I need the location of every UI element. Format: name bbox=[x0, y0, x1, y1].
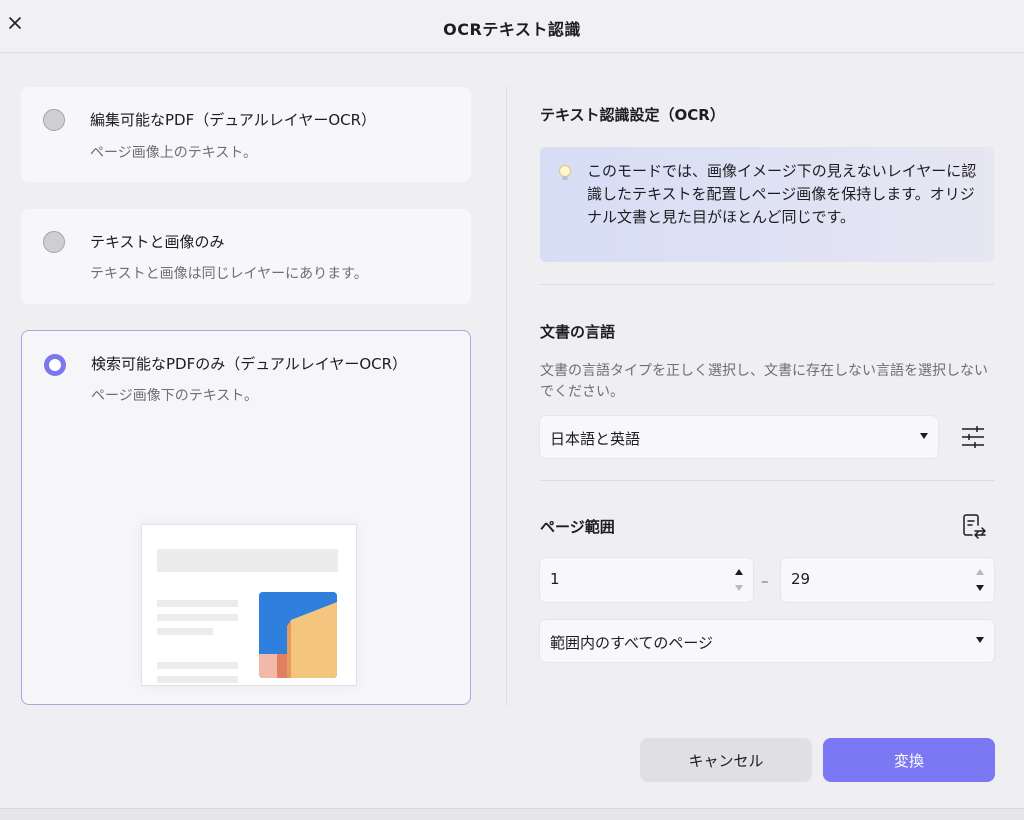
option-text-and-image[interactable]: テキストと画像のみ テキストと画像は同じレイヤーにあります。 bbox=[21, 209, 471, 304]
preview-text-line bbox=[157, 662, 238, 669]
divider bbox=[540, 284, 994, 285]
page-scope-value: 範囲内のすべてのページ bbox=[550, 634, 714, 652]
lightbulb-icon bbox=[558, 164, 572, 182]
info-text: このモードでは、画像イメージ下の見えないレイヤーに認識したテキストを配置しページ… bbox=[587, 162, 977, 226]
sliders-icon[interactable] bbox=[961, 425, 985, 453]
language-description: 文書の言語タイプを正しく選択し、文書に存在しない言語を選択しないでください。 bbox=[540, 363, 988, 400]
column-divider bbox=[506, 86, 507, 706]
option-subtitle: ページ画像上のテキスト。 bbox=[90, 145, 258, 161]
background-window-edge bbox=[0, 808, 1024, 820]
preview-illustration bbox=[141, 524, 357, 686]
option-subtitle: テキストと画像は同じレイヤーにあります。 bbox=[90, 266, 368, 282]
option-title: 検索可能なPDFのみ（デュアルレイヤーOCR） bbox=[91, 355, 408, 373]
preview-text-line bbox=[157, 676, 238, 683]
radio-editable-pdf[interactable] bbox=[43, 109, 65, 131]
info-box: このモードでは、画像イメージ下の見えないレイヤーに認識したテキストを配置しページ… bbox=[540, 147, 994, 262]
page-range-title: ページ範囲 bbox=[540, 518, 615, 536]
increment-icon[interactable] bbox=[735, 569, 743, 575]
option-title: 編集可能なPDF（デュアルレイヤーOCR） bbox=[90, 111, 377, 129]
language-select-value: 日本語と英語 bbox=[550, 430, 641, 448]
page-from-value: 1 bbox=[550, 570, 560, 588]
decrement-icon[interactable] bbox=[735, 585, 743, 591]
radio-searchable-pdf[interactable] bbox=[44, 354, 66, 376]
convert-button[interactable]: 変換 bbox=[823, 738, 995, 782]
page-scope-select[interactable]: 範囲内のすべてのページ bbox=[540, 620, 994, 662]
page-from-stepper[interactable]: 1 bbox=[540, 558, 753, 602]
decrement-icon[interactable] bbox=[976, 585, 984, 591]
radio-text-and-image[interactable] bbox=[43, 231, 65, 253]
preview-text-line bbox=[157, 600, 238, 607]
settings-title: テキスト認識設定（OCR） bbox=[540, 106, 725, 124]
option-searchable-pdf[interactable]: 検索可能なPDFのみ（デュアルレイヤーOCR） ページ画像下のテキスト。 bbox=[21, 330, 471, 705]
page-to-value: 29 bbox=[791, 570, 811, 588]
page-to-stepper[interactable]: 29 bbox=[781, 558, 994, 602]
chevron-down-icon bbox=[976, 637, 984, 643]
divider bbox=[540, 480, 994, 481]
option-subtitle: ページ画像下のテキスト。 bbox=[91, 388, 259, 404]
option-title: テキストと画像のみ bbox=[90, 233, 225, 251]
range-separator: – bbox=[761, 572, 769, 590]
cancel-button[interactable]: キャンセル bbox=[640, 738, 812, 782]
title-bar: OCRテキスト認識 bbox=[0, 0, 1024, 53]
dialog-title: OCRテキスト認識 bbox=[443, 20, 581, 39]
option-editable-pdf[interactable]: 編集可能なPDF（デュアルレイヤーOCR） ページ画像上のテキスト。 bbox=[21, 87, 471, 182]
preview-header-bar bbox=[157, 549, 338, 572]
page-range-icon[interactable] bbox=[961, 513, 987, 543]
increment-icon[interactable] bbox=[976, 569, 984, 575]
preview-text-line bbox=[157, 628, 213, 635]
language-select[interactable]: 日本語と英語 bbox=[540, 416, 938, 458]
language-title: 文書の言語 bbox=[540, 323, 616, 341]
preview-image bbox=[259, 592, 337, 678]
preview-text-line bbox=[157, 614, 238, 621]
chevron-down-icon bbox=[920, 433, 928, 439]
